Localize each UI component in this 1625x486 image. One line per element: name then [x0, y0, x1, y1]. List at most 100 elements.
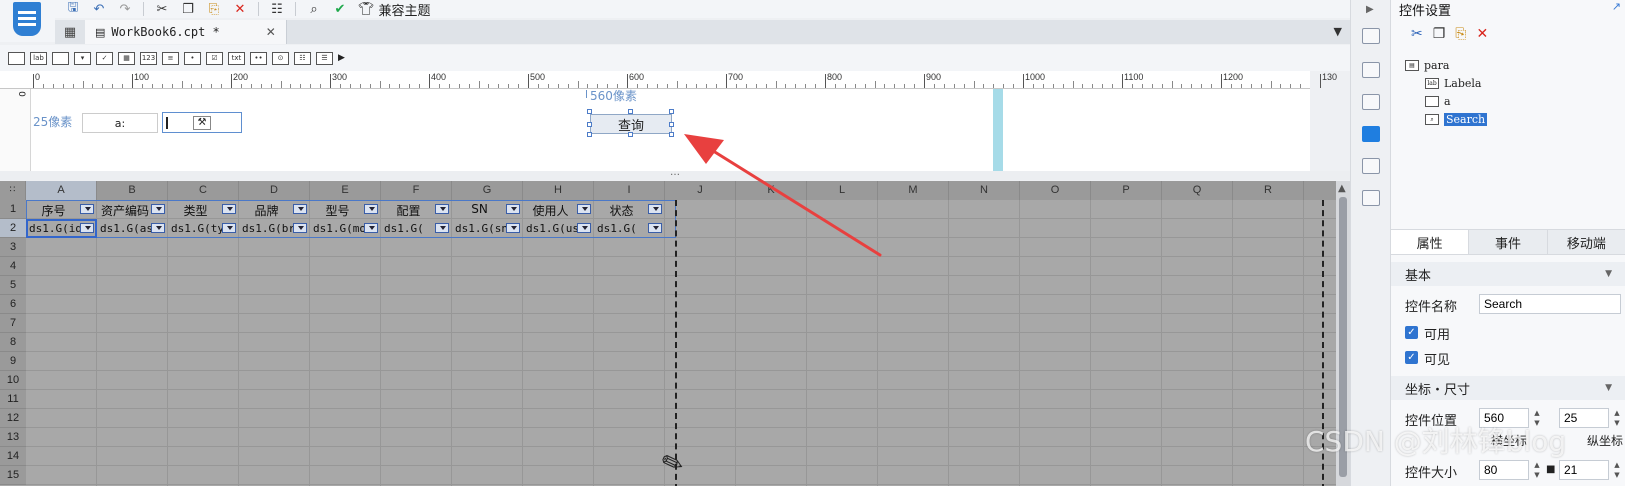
expand-direction-icon[interactable]: [222, 223, 236, 233]
compatible-theme-button[interactable]: 👕︎ 兼容主题: [354, 0, 435, 19]
cell-attr-icon[interactable]: [1362, 62, 1380, 78]
tree-item-search[interactable]: ⌕ Search: [1425, 110, 1615, 128]
enabled-checkbox[interactable]: ✓: [1405, 326, 1418, 339]
column-header-n[interactable]: N: [949, 181, 1020, 200]
textarea-widget-icon[interactable]: ≡: [162, 51, 179, 65]
resize-handle[interactable]: [669, 109, 674, 114]
binding-cell-text[interactable]: ds1.G(: [384, 222, 435, 235]
header-cell-text[interactable]: 状态: [598, 202, 645, 219]
redo-icon[interactable]: ↷: [113, 0, 137, 18]
tree-item-para[interactable]: ▤ para: [1405, 56, 1615, 74]
cut-icon[interactable]: ✂: [1411, 26, 1423, 42]
size-height-stepper[interactable]: ▲ ▼: [1611, 460, 1623, 480]
size-height-input[interactable]: [1559, 460, 1609, 480]
delete-icon[interactable]: ✕: [228, 0, 252, 18]
number-widget-icon[interactable]: 123: [140, 51, 157, 65]
frame-icon[interactable]: [1362, 94, 1380, 110]
binding-cell-text[interactable]: ds1.G(user: [526, 222, 577, 235]
collapse-panel-icon[interactable]: ↗: [1612, 0, 1621, 13]
label-widget-icon[interactable]: lab: [30, 51, 47, 65]
widget-settings-icon[interactable]: [1362, 126, 1380, 142]
tree-widget-icon[interactable]: ☷: [294, 51, 311, 65]
row-header-1[interactable]: 1: [0, 200, 26, 219]
collapse-right-icon[interactable]: ▶: [1366, 4, 1374, 15]
radio-group-icon[interactable]: •: [184, 51, 201, 65]
header-cell-text[interactable]: 型号: [314, 202, 361, 219]
checkbox-widget-icon[interactable]: ☑: [206, 51, 223, 65]
expand-direction-icon[interactable]: [293, 223, 307, 233]
row-header-8[interactable]: 8: [0, 333, 26, 352]
row-header-13[interactable]: 13: [0, 428, 26, 447]
list-widget-icon[interactable]: ☰: [316, 51, 333, 65]
tab-workbook6[interactable]: ▤ WorkBook6.cpt * ✕: [85, 20, 287, 44]
hyperlink-icon[interactable]: [1362, 190, 1380, 206]
row-header-3[interactable]: 3: [0, 238, 26, 257]
binding-cell-text[interactable]: ds1.G(type): [171, 222, 222, 235]
filter-dropdown-icon[interactable]: [80, 204, 94, 214]
password-widget-icon[interactable]: ••: [250, 51, 267, 65]
resize-handle[interactable]: [587, 122, 592, 127]
header-cell-text[interactable]: 使用人: [527, 202, 574, 219]
param-pane-width-handle[interactable]: [993, 89, 1003, 171]
tab-list-icon[interactable]: ▼: [1334, 25, 1342, 38]
column-header-r[interactable]: R: [1233, 181, 1304, 200]
search-button[interactable]: 查询: [590, 114, 672, 134]
binding-cell-text[interactable]: ds1.G(: [597, 222, 648, 235]
widget-name-input[interactable]: [1479, 294, 1621, 314]
filter-dropdown-icon[interactable]: [151, 204, 165, 214]
row-header-4[interactable]: 4: [0, 257, 26, 276]
row-header-10[interactable]: 10: [0, 371, 26, 390]
size-width-input[interactable]: [1479, 460, 1529, 480]
labela-widget[interactable]: a:: [82, 113, 158, 133]
form-widget-icon[interactable]: [8, 51, 25, 65]
binding-cell-text[interactable]: ds1.G(sn): [455, 222, 506, 235]
section-basic[interactable]: 基本 ▼: [1391, 262, 1625, 286]
binding-cell-text[interactable]: ds1.G(asse: [100, 222, 151, 235]
row-header-6[interactable]: 6: [0, 295, 26, 314]
combobox-widget-icon[interactable]: ▾: [74, 51, 91, 65]
filter-dropdown-icon[interactable]: [577, 204, 591, 214]
expand-direction-icon[interactable]: [80, 223, 94, 233]
section-coords[interactable]: 坐标・尺寸 ▼: [1391, 376, 1625, 400]
visible-checkbox[interactable]: ✓: [1405, 351, 1418, 364]
report-sheet[interactable]: ABCDEFGHIJKLMNOPQR ∷ ✎ 1 2 3 4 5 6 7 8 9 10 11 12 13…: [0, 181, 1336, 486]
header-cell-text[interactable]: 资产编码: [101, 202, 149, 219]
column-header-g[interactable]: G: [452, 181, 523, 200]
column-header-d[interactable]: D: [239, 181, 310, 200]
pane-splitter[interactable]: …: [0, 167, 1350, 180]
size-width-stepper[interactable]: ▲ ▼: [1531, 460, 1543, 480]
column-header-h[interactable]: H: [523, 181, 594, 200]
close-icon[interactable]: ✕: [266, 25, 276, 39]
app-logo[interactable]: [0, 0, 55, 42]
tab-mobile[interactable]: 移动端: [1547, 230, 1625, 254]
position-y-input[interactable]: [1559, 408, 1609, 428]
grid-icon[interactable]: ▦: [55, 20, 85, 44]
resize-handle[interactable]: [628, 132, 633, 137]
checkbox-group-icon[interactable]: ✓: [96, 51, 113, 65]
text-input-widget-a[interactable]: ⚒: [162, 112, 242, 133]
paste-icon[interactable]: ⎘: [1455, 26, 1466, 42]
paste-icon[interactable]: ⎘: [202, 0, 226, 18]
undo-icon[interactable]: ↶: [87, 0, 111, 18]
filter-dropdown-icon[interactable]: [648, 204, 662, 214]
header-cell-text[interactable]: 序号: [30, 202, 77, 219]
tag-widget-icon[interactable]: ⊙: [272, 51, 289, 65]
row-header-2[interactable]: 2: [0, 219, 26, 238]
header-cell-text[interactable]: 品牌: [243, 202, 290, 219]
column-header-b[interactable]: B: [97, 181, 168, 200]
button-widget-icon[interactable]: [52, 51, 69, 65]
column-header-q[interactable]: Q: [1162, 181, 1233, 200]
filter-dropdown-icon[interactable]: [222, 204, 236, 214]
more-widgets-icon[interactable]: ▶: [338, 53, 345, 63]
column-header-f[interactable]: F: [381, 181, 452, 200]
resize-handle[interactable]: [587, 132, 592, 137]
delete-icon[interactable]: ✕: [1477, 26, 1489, 42]
header-cell-text[interactable]: 类型: [172, 202, 219, 219]
resize-handle[interactable]: [587, 109, 592, 114]
row-header-14[interactable]: 14: [0, 447, 26, 466]
expand-direction-icon[interactable]: [151, 223, 165, 233]
text-widget-icon[interactable]: txt: [228, 51, 245, 65]
expand-direction-icon[interactable]: [364, 223, 378, 233]
column-header-p[interactable]: P: [1091, 181, 1162, 200]
tree-item-a[interactable]: a: [1425, 92, 1615, 110]
